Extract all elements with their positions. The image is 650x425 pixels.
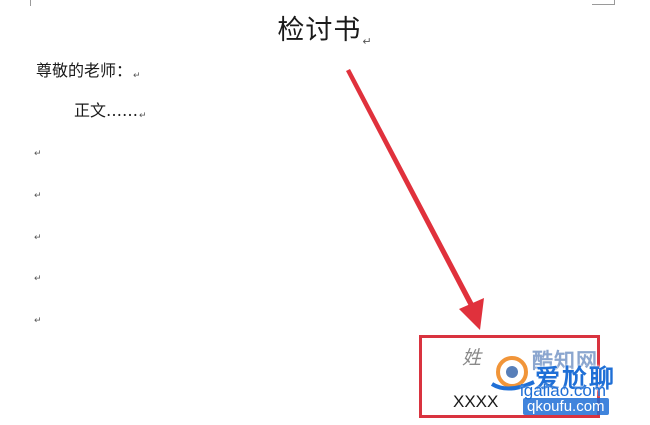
empty-paragraph-mark-icon[interactable]: ↵ [34,274,42,284]
empty-paragraph-mark-icon[interactable]: ↵ [34,233,42,243]
empty-paragraph-mark-icon[interactable]: ↵ [34,191,42,201]
document-title[interactable]: 检讨书↵ [0,8,650,48]
salutation-text: 尊敬的老师： [36,61,133,80]
empty-paragraph-mark-icon[interactable]: ↵ [34,149,42,159]
paragraph-mark-icon: ↵ [362,35,373,48]
document-title-text: 检讨书 [277,15,362,46]
document-page[interactable]: 检讨书↵ 尊敬的老师：↵ 正文……↵ ↵ ↵ ↵ ↵ ↵ 姓 XXXX 酷知网 … [0,0,650,425]
body-paragraph[interactable]: 正文……↵ [74,101,147,126]
paragraph-mark-icon: ↵ [139,111,147,121]
signature-name[interactable]: 姓 [462,343,481,370]
salutation-paragraph[interactable]: 尊敬的老师：↵ [36,61,141,86]
crop-mark-top-right-horizontal [592,4,614,5]
crop-mark-top-left [30,0,31,6]
watermark-url-2: qkoufu.com [523,398,609,415]
crop-mark-top-right-vertical [614,0,615,5]
empty-paragraph-mark-icon[interactable]: ↵ [34,316,42,326]
body-text: 正文…… [74,101,139,120]
signature-date[interactable]: XXXX [453,392,498,412]
paragraph-mark-icon: ↵ [133,71,141,81]
